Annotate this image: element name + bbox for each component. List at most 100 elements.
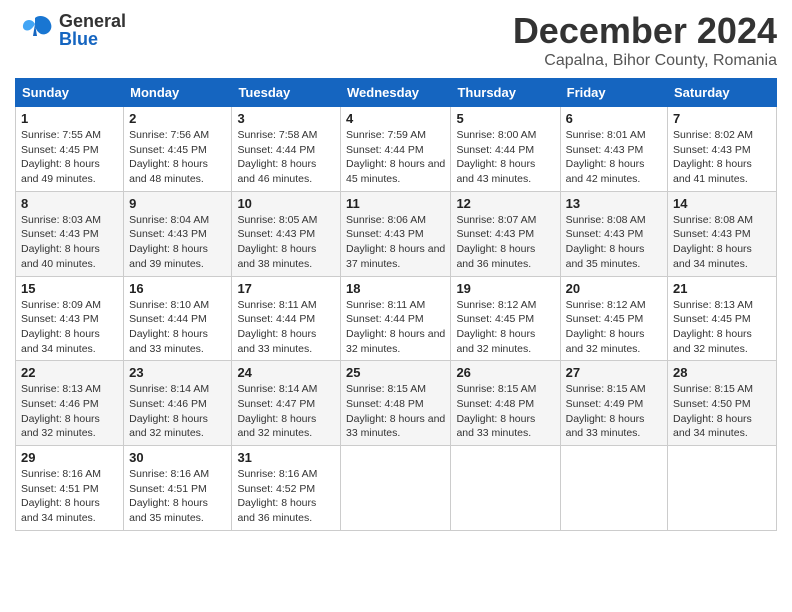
day-cell-1: 1 Sunrise: 7:55 AMSunset: 4:45 PMDaylight… bbox=[16, 107, 124, 192]
day-sun-info: Sunrise: 8:15 AMSunset: 4:48 PMDaylight:… bbox=[346, 382, 445, 441]
logo-icon bbox=[15, 10, 55, 50]
weekday-header-sunday: Sunday bbox=[16, 79, 124, 107]
day-sun-info: Sunrise: 8:02 AMSunset: 4:43 PMDaylight:… bbox=[673, 128, 771, 187]
day-cell-16: 16Sunrise: 8:10 AMSunset: 4:44 PMDayligh… bbox=[124, 276, 232, 361]
day-cell-25: 25 Sunrise: 8:15 AMSunset: 4:48 PMDayligh… bbox=[341, 361, 451, 446]
day-number: 25 bbox=[346, 365, 445, 380]
day-number: 29 bbox=[21, 450, 118, 465]
empty-day-cell bbox=[341, 446, 451, 531]
day-cell-10: 10Sunrise: 8:05 AMSunset: 4:43 PMDayligh… bbox=[232, 191, 341, 276]
day-number: 1 bbox=[21, 111, 118, 126]
day-sun-info: Sunrise: 8:08 AMSunset: 4:43 PMDaylight:… bbox=[673, 213, 771, 272]
day-cell-30: 30Sunrise: 8:16 AMSunset: 4:51 PMDayligh… bbox=[124, 446, 232, 531]
day-number: 2 bbox=[129, 111, 226, 126]
empty-day-cell bbox=[668, 446, 777, 531]
day-cell-7: 7 Sunrise: 8:02 AMSunset: 4:43 PMDaylight… bbox=[668, 107, 777, 192]
day-cell-5: 5Sunrise: 8:00 AMSunset: 4:44 PMDaylight… bbox=[451, 107, 560, 192]
weekday-header-wednesday: Wednesday bbox=[341, 79, 451, 107]
day-sun-info: Sunrise: 8:01 AMSunset: 4:43 PMDaylight:… bbox=[566, 128, 662, 187]
day-cell-28: 28 Sunrise: 8:15 AMSunset: 4:50 PMDayligh… bbox=[668, 361, 777, 446]
day-sun-info: Sunrise: 8:03 AMSunset: 4:43 PMDaylight:… bbox=[21, 213, 118, 272]
day-cell-6: 6Sunrise: 8:01 AMSunset: 4:43 PMDaylight… bbox=[560, 107, 667, 192]
day-cell-14: 14 Sunrise: 8:08 AMSunset: 4:43 PMDayligh… bbox=[668, 191, 777, 276]
day-cell-11: 11Sunrise: 8:06 AMSunset: 4:43 PMDayligh… bbox=[341, 191, 451, 276]
day-sun-info: Sunrise: 7:59 AMSunset: 4:44 PMDaylight:… bbox=[346, 128, 445, 187]
day-cell-3: 3 Sunrise: 7:58 AMSunset: 4:44 PMDaylight… bbox=[232, 107, 341, 192]
empty-day-cell bbox=[560, 446, 667, 531]
day-sun-info: Sunrise: 8:00 AMSunset: 4:44 PMDaylight:… bbox=[456, 128, 554, 187]
calendar-week-row: 1 Sunrise: 7:55 AMSunset: 4:45 PMDaylight… bbox=[16, 107, 777, 192]
day-cell-9: 9 Sunrise: 8:04 AMSunset: 4:43 PMDaylight… bbox=[124, 191, 232, 276]
day-number: 18 bbox=[346, 281, 445, 296]
empty-day-cell bbox=[451, 446, 560, 531]
logo: General Blue bbox=[15, 10, 126, 50]
logo-blue-text: Blue bbox=[59, 30, 126, 48]
day-sun-info: Sunrise: 8:16 AMSunset: 4:51 PMDaylight:… bbox=[129, 467, 226, 526]
weekday-header-tuesday: Tuesday bbox=[232, 79, 341, 107]
day-cell-22: 22 Sunrise: 8:13 AMSunset: 4:46 PMDayligh… bbox=[16, 361, 124, 446]
calendar-week-row: 29 Sunrise: 8:16 AMSunset: 4:51 PMDayligh… bbox=[16, 446, 777, 531]
weekday-header-row: SundayMondayTuesdayWednesdayThursdayFrid… bbox=[16, 79, 777, 107]
day-number: 9 bbox=[129, 196, 226, 211]
subtitle: Capalna, Bihor County, Romania bbox=[513, 52, 777, 70]
day-number: 7 bbox=[673, 111, 771, 126]
day-number: 3 bbox=[237, 111, 335, 126]
day-number: 22 bbox=[21, 365, 118, 380]
calendar-week-row: 8 Sunrise: 8:03 AMSunset: 4:43 PMDaylight… bbox=[16, 191, 777, 276]
day-number: 27 bbox=[566, 365, 662, 380]
day-sun-info: Sunrise: 8:14 AMSunset: 4:47 PMDaylight:… bbox=[237, 382, 335, 441]
day-number: 12 bbox=[456, 196, 554, 211]
day-cell-12: 12 Sunrise: 8:07 AMSunset: 4:43 PMDayligh… bbox=[451, 191, 560, 276]
calendar-week-row: 22 Sunrise: 8:13 AMSunset: 4:46 PMDayligh… bbox=[16, 361, 777, 446]
day-cell-18: 18 Sunrise: 8:11 AMSunset: 4:44 PMDayligh… bbox=[341, 276, 451, 361]
page-header: General Blue December 2024 Capalna, Biho… bbox=[15, 10, 777, 70]
day-number: 4 bbox=[346, 111, 445, 126]
day-sun-info: Sunrise: 8:15 AMSunset: 4:50 PMDaylight:… bbox=[673, 382, 771, 441]
day-number: 19 bbox=[456, 281, 554, 296]
day-cell-17: 17 Sunrise: 8:11 AMSunset: 4:44 PMDayligh… bbox=[232, 276, 341, 361]
day-number: 15 bbox=[21, 281, 118, 296]
day-sun-info: Sunrise: 8:16 AMSunset: 4:51 PMDaylight:… bbox=[21, 467, 118, 526]
day-sun-info: Sunrise: 8:11 AMSunset: 4:44 PMDaylight:… bbox=[237, 298, 335, 357]
day-number: 8 bbox=[21, 196, 118, 211]
day-cell-24: 24 Sunrise: 8:14 AMSunset: 4:47 PMDayligh… bbox=[232, 361, 341, 446]
day-sun-info: Sunrise: 8:04 AMSunset: 4:43 PMDaylight:… bbox=[129, 213, 226, 272]
day-sun-info: Sunrise: 8:13 AMSunset: 4:46 PMDaylight:… bbox=[21, 382, 118, 441]
day-cell-2: 2Sunrise: 7:56 AMSunset: 4:45 PMDaylight… bbox=[124, 107, 232, 192]
day-number: 17 bbox=[237, 281, 335, 296]
day-number: 14 bbox=[673, 196, 771, 211]
day-sun-info: Sunrise: 8:05 AMSunset: 4:43 PMDaylight:… bbox=[237, 213, 335, 272]
day-cell-26: 26Sunrise: 8:15 AMSunset: 4:48 PMDayligh… bbox=[451, 361, 560, 446]
main-title: December 2024 bbox=[513, 10, 777, 52]
day-sun-info: Sunrise: 8:10 AMSunset: 4:44 PMDaylight:… bbox=[129, 298, 226, 357]
day-sun-info: Sunrise: 7:58 AMSunset: 4:44 PMDaylight:… bbox=[237, 128, 335, 187]
day-sun-info: Sunrise: 8:08 AMSunset: 4:43 PMDaylight:… bbox=[566, 213, 662, 272]
day-sun-info: Sunrise: 8:12 AMSunset: 4:45 PMDaylight:… bbox=[456, 298, 554, 357]
day-sun-info: Sunrise: 8:12 AMSunset: 4:45 PMDaylight:… bbox=[566, 298, 662, 357]
day-cell-19: 19 Sunrise: 8:12 AMSunset: 4:45 PMDayligh… bbox=[451, 276, 560, 361]
logo-text: General Blue bbox=[59, 12, 126, 48]
day-number: 26 bbox=[456, 365, 554, 380]
day-cell-31: 31 Sunrise: 8:16 AMSunset: 4:52 PMDayligh… bbox=[232, 446, 341, 531]
day-number: 11 bbox=[346, 196, 445, 211]
title-block: December 2024 Capalna, Bihor County, Rom… bbox=[513, 10, 777, 70]
calendar-week-row: 15 Sunrise: 8:09 AMSunset: 4:43 PMDayligh… bbox=[16, 276, 777, 361]
day-sun-info: Sunrise: 7:55 AMSunset: 4:45 PMDaylight:… bbox=[21, 128, 118, 187]
day-cell-8: 8 Sunrise: 8:03 AMSunset: 4:43 PMDaylight… bbox=[16, 191, 124, 276]
day-sun-info: Sunrise: 8:09 AMSunset: 4:43 PMDaylight:… bbox=[21, 298, 118, 357]
day-cell-29: 29 Sunrise: 8:16 AMSunset: 4:51 PMDayligh… bbox=[16, 446, 124, 531]
day-number: 31 bbox=[237, 450, 335, 465]
day-cell-23: 23Sunrise: 8:14 AMSunset: 4:46 PMDayligh… bbox=[124, 361, 232, 446]
logo-general-text: General bbox=[59, 12, 126, 30]
day-sun-info: Sunrise: 8:07 AMSunset: 4:43 PMDaylight:… bbox=[456, 213, 554, 272]
day-number: 13 bbox=[566, 196, 662, 211]
day-sun-info: Sunrise: 8:11 AMSunset: 4:44 PMDaylight:… bbox=[346, 298, 445, 357]
day-cell-13: 13 Sunrise: 8:08 AMSunset: 4:43 PMDayligh… bbox=[560, 191, 667, 276]
day-number: 20 bbox=[566, 281, 662, 296]
weekday-header-thursday: Thursday bbox=[451, 79, 560, 107]
day-sun-info: Sunrise: 8:16 AMSunset: 4:52 PMDaylight:… bbox=[237, 467, 335, 526]
day-sun-info: Sunrise: 8:15 AMSunset: 4:49 PMDaylight:… bbox=[566, 382, 662, 441]
day-sun-info: Sunrise: 8:14 AMSunset: 4:46 PMDaylight:… bbox=[129, 382, 226, 441]
day-number: 24 bbox=[237, 365, 335, 380]
day-number: 28 bbox=[673, 365, 771, 380]
